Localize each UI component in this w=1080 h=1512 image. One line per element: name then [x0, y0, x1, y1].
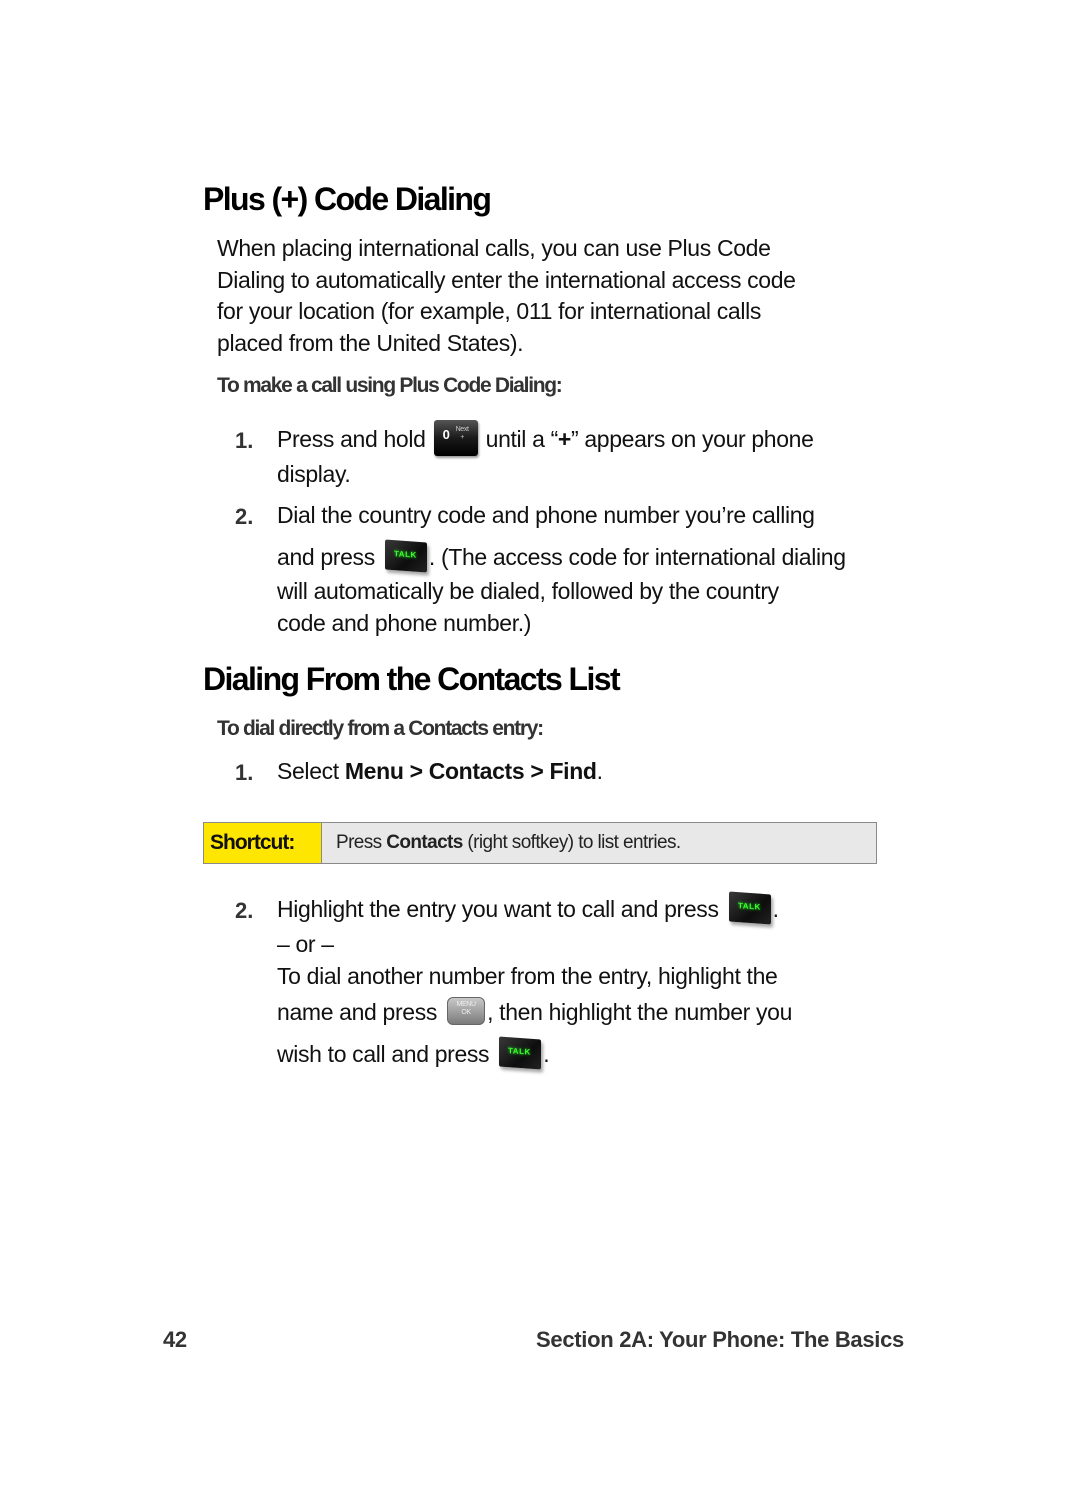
section-title-plus-code-dialing: Plus (+) Code Dialing — [203, 181, 492, 217]
menu-ok-key-icon: MENU OK — [447, 996, 486, 1025]
intro-line: Dialing to automatically enter the inter… — [217, 266, 796, 293]
step-text: . — [543, 1041, 550, 1067]
intro-line: When placing international calls, you ca… — [217, 235, 771, 261]
step-text: wish to call and press — [277, 1041, 490, 1067]
section-title-contacts-list: Dialing From the Contacts List — [203, 661, 621, 697]
contacts-step-2-line-1: Highlight the entry you want to call and… — [277, 891, 779, 925]
intro-line: placed from the United States). — [217, 329, 524, 356]
or-separator: – or – — [277, 931, 334, 957]
shortcut-label: Shortcut: — [204, 823, 322, 863]
shortcut-text-part: (right softkey) to list entries. — [462, 832, 681, 853]
step-text: Select — [277, 758, 345, 784]
plus-symbol: + — [557, 426, 571, 453]
step-number: 2. — [235, 504, 254, 529]
step-text: until a “ — [485, 426, 559, 453]
step-1-line-2: display. — [277, 461, 351, 487]
talk-key-icon: TALK — [499, 1036, 542, 1070]
zero-next-plus-key-icon: 0 Next + — [433, 420, 478, 456]
step-number: 1. — [235, 760, 254, 785]
shortcut-box: Shortcut: Press Contacts (right softkey)… — [203, 822, 877, 864]
step-1-line-1: Press and hold 0 Next + until a “+” appea… — [277, 420, 814, 456]
shortcut-contacts-softkey: Contacts — [386, 832, 463, 853]
intro-line: for your location (for example, 011 for … — [217, 298, 761, 324]
step-text: name and press — [277, 999, 438, 1025]
key-label: 0 — [442, 427, 450, 442]
menu-path-find: Find — [549, 758, 597, 784]
menu-path-menu: Menu — [344, 758, 404, 784]
step-text: . (The access code for international dia… — [428, 544, 846, 570]
step-2-line-2: and press TALK . (The access code for in… — [277, 539, 846, 573]
contacts-step-2-line-3: To dial another number from the entry, h… — [277, 963, 778, 989]
intro-paragraph: When placing international calls, you ca… — [217, 233, 796, 359]
step-text: and press — [277, 544, 375, 570]
step-number: 1. — [235, 428, 254, 453]
contacts-step-1-text: Select Menu > Contacts > Find. — [277, 758, 603, 785]
key-label: TALK — [508, 1046, 531, 1057]
key-label: MENU OK — [456, 1000, 476, 1016]
contacts-step-2-line-5: wish to call and press TALK . — [277, 1036, 550, 1070]
shortcut-text-part: Press — [336, 832, 387, 853]
subheading-contacts: To dial directly from a Contacts entry: — [217, 717, 544, 740]
menu-path-contacts: Contacts — [428, 758, 525, 784]
key-label: TALK — [737, 901, 761, 912]
step-text: Press and hold — [277, 426, 426, 453]
step-2-line-4: code and phone number.) — [277, 610, 532, 636]
menu-path-separator: > — [403, 758, 429, 784]
step-number: 2. — [235, 898, 254, 923]
shortcut-text: Press Contacts (right softkey) to list e… — [322, 823, 681, 863]
subheading-plus-code: To make a call using Plus Code Dialing: — [217, 374, 563, 397]
step-2-line-3: will automatically be dialed, followed b… — [277, 578, 779, 604]
step-text: . — [596, 758, 603, 784]
contacts-step-2-line-4: name and press MENU OK , then highlight t… — [277, 996, 793, 1026]
step-text: , then highlight the number you — [487, 999, 793, 1025]
key-sublabel: Next + — [455, 426, 469, 441]
step-text: Highlight the entry you want to call and… — [277, 896, 719, 922]
key-label: TALK — [393, 549, 417, 560]
step-2-line-1: Dial the country code and phone number y… — [277, 502, 815, 528]
step-text: . — [772, 896, 779, 922]
section-footer: Section 2A: Your Phone: The Basics — [536, 1327, 904, 1352]
talk-key-icon: TALK — [728, 891, 771, 925]
menu-path-separator: > — [524, 758, 550, 784]
page-number: 42 — [163, 1327, 187, 1352]
step-text: ” appears on your phone — [571, 426, 814, 453]
talk-key-icon: TALK — [384, 539, 427, 573]
